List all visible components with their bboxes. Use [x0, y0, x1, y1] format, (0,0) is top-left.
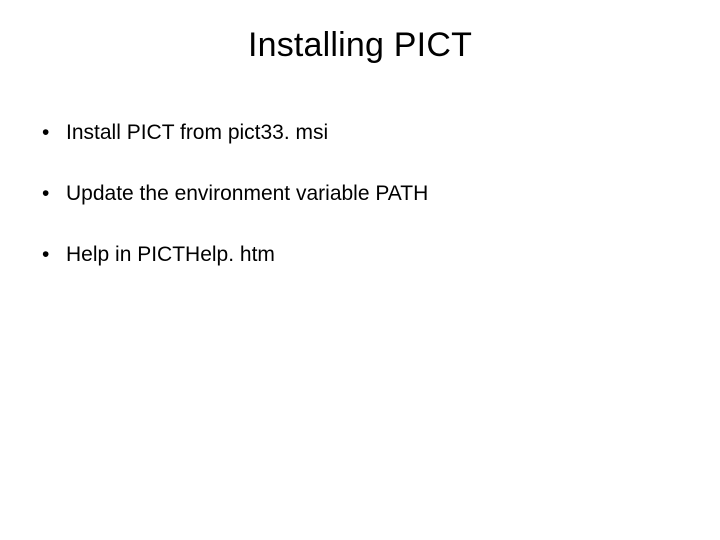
list-item: Help in PICTHelp. htm	[38, 242, 682, 267]
slide: Installing PICT Install PICT from pict33…	[0, 0, 720, 540]
list-item: Install PICT from pict33. msi	[38, 120, 682, 145]
list-item: Update the environment variable PATH	[38, 181, 682, 206]
slide-title: Installing PICT	[0, 26, 720, 65]
bullet-list: Install PICT from pict33. msi Update the…	[38, 120, 682, 268]
slide-body: Install PICT from pict33. msi Update the…	[38, 120, 682, 304]
